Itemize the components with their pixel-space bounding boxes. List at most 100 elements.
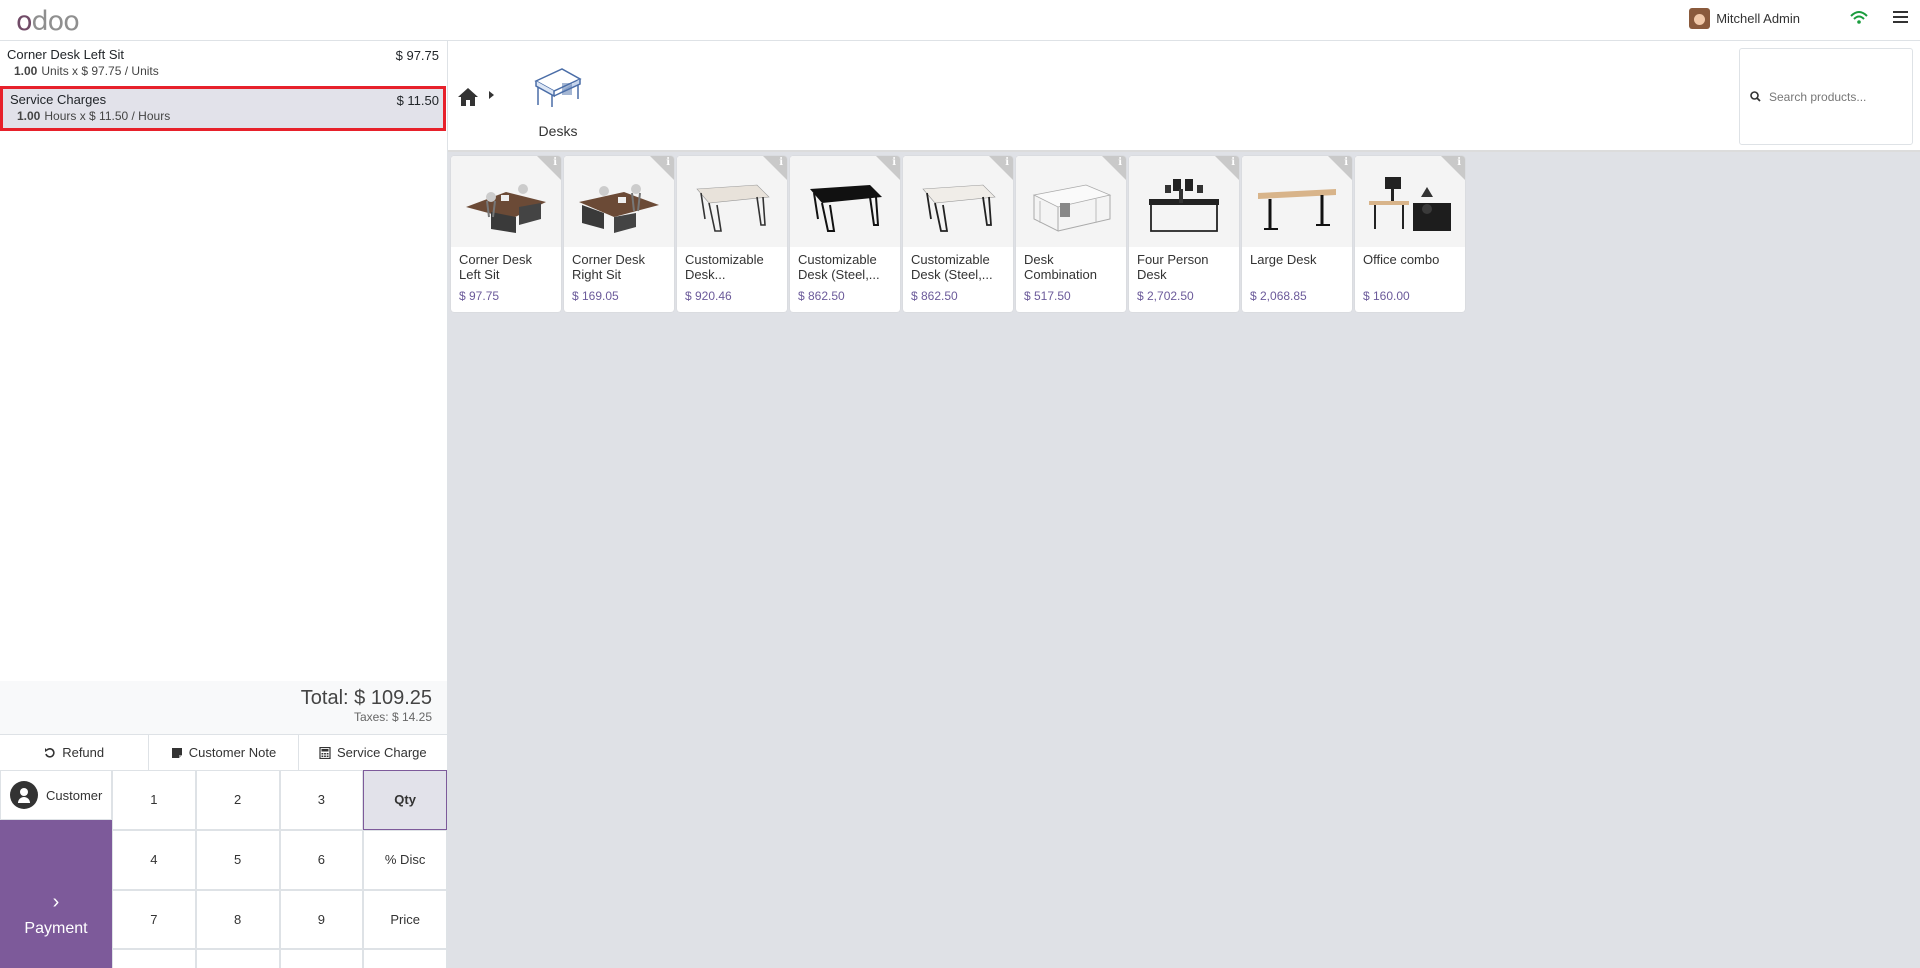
- numpad-key-4[interactable]: 4: [112, 829, 196, 890]
- info-tag: [763, 156, 787, 180]
- category-label: Desks: [538, 123, 578, 139]
- product-name: Corner Desk Left Sit: [459, 252, 532, 282]
- info-icon[interactable]: i: [779, 157, 783, 168]
- search-input[interactable]: [1769, 89, 1889, 104]
- info-icon[interactable]: i: [1231, 157, 1235, 168]
- product-price: $ 169.05: [572, 289, 619, 303]
- numpad-key-sign[interactable]: +/-: [112, 949, 196, 968]
- user-icon: [10, 781, 38, 809]
- user-menu[interactable]: Mitchell Admin: [1689, 8, 1800, 29]
- order-line-name: Corner Desk Left Sit: [7, 47, 125, 62]
- numpad-mode-price[interactable]: Price: [363, 889, 447, 950]
- order-line-detail: Units x $ 97.75 / Units: [41, 64, 159, 78]
- product-price: $ 862.50: [798, 289, 845, 303]
- product-price: $ 920.46: [685, 289, 732, 303]
- breadcrumb-arrow-icon: [489, 91, 494, 99]
- numpad-key-2[interactable]: 2: [195, 770, 280, 830]
- order-line-name: Service Charges: [10, 92, 107, 107]
- product-card[interactable]: i Corner Desk Right Sit $ 169.05: [564, 156, 674, 312]
- category-desks[interactable]: Desks: [523, 61, 593, 139]
- control-buttons: Refund Customer Note Service Charge: [0, 734, 447, 770]
- user-avatar: [1689, 8, 1711, 29]
- numpad-area: Customer › Payment 1 2 3 Qty 4 5 6 % Dis…: [0, 770, 447, 968]
- numpad-key-8[interactable]: 8: [195, 889, 280, 950]
- product-screen: Desks i Corner Desk Left Sit $ 97.75 i C…: [448, 41, 1920, 968]
- info-tag: [1328, 156, 1352, 180]
- order-line[interactable]: Corner Desk Left Sit $ 97.75 1.00 Units x…: [0, 41, 446, 86]
- product-name: Desk Combination: [1024, 252, 1097, 282]
- product-card[interactable]: i Large Desk $ 2,068.85: [1242, 156, 1352, 312]
- product-card[interactable]: i Four Person Desk $ 2,702.50: [1129, 156, 1239, 312]
- numpad-key-6[interactable]: 6: [279, 829, 364, 890]
- info-icon[interactable]: i: [666, 157, 670, 168]
- numpad-mode-qty[interactable]: Qty: [363, 770, 447, 830]
- info-tag: [876, 156, 900, 180]
- service-charge-button[interactable]: Service Charge: [299, 735, 447, 770]
- order-line-info: 1.00 Hours x $ 11.50 / Hours: [10, 109, 436, 123]
- product-card[interactable]: i Desk Combination $ 517.50: [1016, 156, 1126, 312]
- numpad-mode-discount[interactable]: % Disc: [363, 829, 447, 890]
- home-icon[interactable]: [457, 87, 479, 107]
- info-tag: [650, 156, 674, 180]
- info-tag: [537, 156, 561, 180]
- product-price: $ 862.50: [911, 289, 958, 303]
- payment-label: Payment: [24, 920, 88, 937]
- product-price: $ 2,068.85: [1250, 289, 1307, 303]
- user-name: Mitchell Admin: [1716, 11, 1800, 26]
- order-line-price: $ 11.50: [396, 93, 439, 108]
- payment-button[interactable]: › Payment: [0, 820, 112, 968]
- info-icon[interactable]: i: [892, 157, 896, 168]
- calculator-icon: [319, 746, 331, 759]
- numpad-key-3[interactable]: 3: [279, 770, 364, 830]
- product-card[interactable]: i Office combo $ 160.00: [1355, 156, 1465, 312]
- odoo-logo: odoo: [16, 6, 80, 37]
- info-icon[interactable]: i: [1118, 157, 1122, 168]
- order-line-price: $ 97.75: [395, 48, 439, 63]
- wifi-icon[interactable]: [1850, 9, 1868, 27]
- customer-note-label: Customer Note: [188, 745, 277, 760]
- numpad-key-0[interactable]: 0: [195, 949, 280, 968]
- product-name: Large Desk: [1250, 252, 1317, 267]
- info-tag: [989, 156, 1013, 180]
- info-icon[interactable]: i: [553, 157, 557, 168]
- product-card[interactable]: i Customizable Desk... $ 920.46: [677, 156, 787, 312]
- customer-button[interactable]: Customer: [0, 770, 112, 820]
- info-tag: [1441, 156, 1465, 180]
- customer-note-button[interactable]: Customer Note: [149, 735, 299, 770]
- info-icon[interactable]: i: [1457, 157, 1461, 168]
- hamburger-menu-icon[interactable]: [1893, 11, 1908, 24]
- product-price: $ 517.50: [1024, 289, 1071, 303]
- order-line-qty: 1.00: [14, 64, 38, 78]
- numpad-key-9[interactable]: 9: [279, 889, 364, 950]
- numpad-key-7[interactable]: 7: [112, 889, 196, 950]
- info-icon[interactable]: i: [1344, 157, 1348, 168]
- top-bar: odoo Mitchell Admin: [0, 0, 1920, 41]
- numpad-backspace-icon[interactable]: ⌫: [363, 949, 447, 968]
- product-card[interactable]: i Customizable Desk (Steel,... $ 862.50: [790, 156, 900, 312]
- product-search[interactable]: [1739, 48, 1913, 145]
- numpad-key-5[interactable]: 5: [195, 829, 280, 890]
- product-card[interactable]: i Corner Desk Left Sit $ 97.75: [451, 156, 561, 312]
- order-panel: Corner Desk Left Sit $ 97.75 1.00 Units x…: [0, 41, 448, 968]
- numpad-key-1[interactable]: 1: [112, 770, 196, 830]
- order-line-selected[interactable]: Service Charges $ 11.50 1.00 Hours x $ 11…: [0, 86, 446, 131]
- order-summary: Total: $ 109.25 Taxes: $ 14.25: [0, 681, 447, 734]
- product-name: Customizable Desk (Steel,...: [911, 252, 993, 282]
- product-name: Corner Desk Right Sit: [572, 252, 645, 282]
- info-tag: [1102, 156, 1126, 180]
- numpad: 1 2 3 Qty 4 5 6 % Disc 7 8 9 Price +/- 0…: [112, 770, 447, 968]
- product-card[interactable]: i Customizable Desk (Steel,... $ 862.50: [903, 156, 1013, 312]
- product-price: $ 97.75: [459, 289, 500, 303]
- category-bar: Desks: [448, 41, 1920, 152]
- numpad-key-decimal[interactable]: .: [279, 949, 364, 968]
- chevron-right-icon: ›: [52, 891, 60, 913]
- order-taxes: Taxes: $ 14.25: [353, 710, 432, 724]
- order-line-info: 1.00 Units x $ 97.75 / Units: [7, 64, 439, 78]
- order-line-detail: Hours x $ 11.50 / Hours: [44, 109, 171, 123]
- order-line-qty: 1.00: [17, 109, 41, 123]
- info-icon[interactable]: i: [1005, 157, 1009, 168]
- refund-button[interactable]: Refund: [0, 735, 150, 770]
- product-list: i Corner Desk Left Sit $ 97.75 i Corner …: [451, 156, 1465, 312]
- customer-label: Customer: [46, 787, 103, 803]
- product-price: $ 2,702.50: [1137, 289, 1194, 303]
